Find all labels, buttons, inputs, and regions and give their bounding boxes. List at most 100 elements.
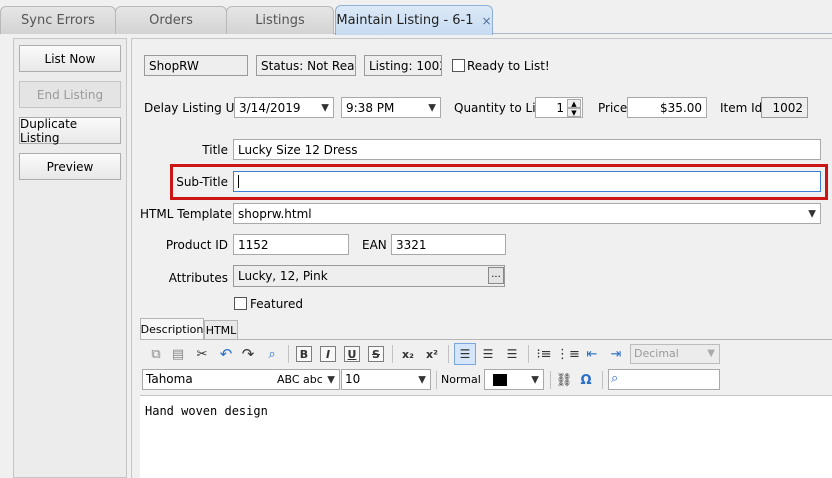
delay-date-value: 3/14/2019 (239, 100, 301, 115)
font-size-value: 10 (345, 372, 361, 386)
separator (528, 345, 529, 363)
separator (436, 371, 437, 389)
separator (288, 345, 289, 363)
paste-icon[interactable]: ▤ (168, 344, 188, 364)
underline-icon[interactable]: U (342, 344, 362, 364)
ean-label: EAN (362, 238, 387, 252)
subtitle-field[interactable] (233, 171, 821, 192)
product-id-label: Product ID (165, 238, 228, 252)
chevron-down-icon: ▼ (808, 208, 816, 219)
ready-to-list-label: Ready to List! (467, 59, 550, 73)
chevron-down-icon: ▼ (428, 102, 436, 113)
editor-content: Hand woven design (145, 404, 268, 418)
align-right-icon[interactable]: ☰ (502, 344, 522, 364)
tab-label: Sync Errors (21, 13, 95, 28)
italic-icon[interactable]: I (318, 344, 338, 364)
subscript-icon[interactable]: x₂ (398, 344, 418, 364)
ean-field[interactable]: 3321 (391, 234, 506, 255)
quantity-value: 1 (556, 100, 564, 115)
subtitle-label: Sub-Title (176, 175, 228, 189)
item-id-field: 1002 (761, 97, 808, 118)
text-caret (238, 175, 239, 188)
tab-listings[interactable]: Listings (226, 6, 334, 34)
tab-description[interactable]: Description (140, 318, 204, 339)
chevron-down-icon: ▼ (327, 374, 335, 385)
tab-sync-errors[interactable]: Sync Errors (0, 6, 116, 34)
duplicate-listing-button[interactable]: Duplicate Listing (19, 117, 121, 145)
actions-panel: List Now End Listing Duplicate Listing P… (13, 38, 127, 478)
attributes-label: Attributes (168, 271, 228, 285)
list-now-button[interactable]: List Now (19, 45, 121, 72)
font-family-value: Tahoma (146, 372, 193, 386)
find-icon[interactable]: ⌕ (262, 344, 282, 364)
price-label: Price (598, 101, 628, 115)
attributes-value: Lucky, 12, Pink (238, 269, 328, 283)
color-swatch (493, 374, 507, 386)
title-label: Title (202, 143, 228, 157)
featured-label: Featured (250, 297, 303, 311)
html-template-dropdown[interactable]: shoprw.html ▼ (233, 203, 821, 224)
attributes-browse-button[interactable]: ... (488, 267, 504, 284)
cut-icon[interactable]: ✂ (192, 344, 212, 364)
product-id-field[interactable]: 1152 (233, 234, 349, 255)
featured-checkbox[interactable] (234, 297, 247, 310)
align-left-icon[interactable]: ☰ (454, 343, 476, 365)
editor-toolbar: ⧉ ▤ ✂ ↶ ↷ ⌕ B I U S x₂ x² ☰ ☰ ☰ ⁝≡ ⋮≡ ⇤ … (140, 339, 832, 394)
strikethrough-icon[interactable]: S (366, 344, 386, 364)
text-color-dropdown[interactable]: ▼ (484, 369, 544, 390)
tab-label: Maintain Listing - 6-1 (336, 13, 474, 28)
copy-icon[interactable]: ⧉ (146, 344, 166, 364)
chevron-down-icon: ▼ (418, 374, 426, 385)
separator (448, 345, 449, 363)
tab-label: Orders (149, 13, 193, 28)
superscript-icon[interactable]: x² (422, 344, 442, 364)
price-field[interactable]: $35.00 (627, 97, 707, 118)
html-template-label: HTML Template (140, 207, 232, 221)
html-template-value: shoprw.html (238, 206, 312, 221)
search-input[interactable]: ⌕ (608, 369, 720, 390)
font-family-dropdown[interactable]: Tahoma ABC abc ▼ (142, 369, 340, 390)
search-icon: ⌕ (611, 371, 619, 386)
chevron-down-icon: ▼ (707, 348, 715, 359)
align-center-icon[interactable]: ☰ (478, 344, 498, 364)
delay-date-dropdown[interactable]: 3/14/2019 ▼ (234, 97, 334, 118)
chevron-down-icon: ▼ (531, 374, 539, 385)
attributes-field: Lucky, 12, Pink (233, 265, 505, 287)
separator (392, 345, 393, 363)
number-format-value: Decimal (634, 347, 679, 360)
store-field: ShopRW (144, 55, 248, 76)
font-size-dropdown[interactable]: 10 ▼ (341, 369, 431, 390)
tab-maintain-listing[interactable]: Maintain Listing - 6-1 × (335, 5, 493, 35)
number-format-dropdown[interactable]: Decimal ▼ (630, 344, 720, 364)
redo-icon[interactable]: ↷ (238, 344, 258, 364)
ready-to-list-checkbox[interactable] (452, 59, 465, 72)
paragraph-style-label[interactable]: Normal (441, 373, 481, 386)
preview-button[interactable]: Preview (19, 153, 121, 180)
link-icon[interactable]: ⛓ (554, 370, 574, 390)
quantity-label: Quantity to List (454, 101, 547, 115)
bold-icon[interactable]: B (294, 344, 314, 364)
status-field: Status: Not Ready (256, 55, 356, 76)
listing-number-field: Listing: 1002 (364, 55, 442, 76)
numbered-list-icon[interactable]: ⋮≡ (556, 344, 580, 364)
title-field[interactable]: Lucky Size 12 Dress (233, 139, 821, 160)
spin-down-icon[interactable]: ▼ (567, 108, 581, 117)
special-character-icon[interactable]: Ω (576, 370, 596, 390)
delay-time-value: 9:38 PM (346, 100, 395, 115)
description-editor[interactable]: Hand woven design (140, 395, 832, 478)
separator (602, 371, 603, 389)
delay-time-dropdown[interactable]: 9:38 PM ▼ (341, 97, 441, 118)
end-listing-button[interactable]: End Listing (19, 81, 121, 108)
close-icon[interactable]: × (482, 14, 492, 28)
tab-html[interactable]: HTML (204, 320, 238, 339)
tab-label: Listings (255, 13, 305, 28)
tab-orders[interactable]: Orders (115, 6, 227, 34)
quantity-stepper[interactable]: 1 ▲ ▼ (535, 97, 583, 118)
separator (550, 371, 551, 389)
spin-up-icon[interactable]: ▲ (567, 99, 581, 108)
indent-icon[interactable]: ⇥ (606, 344, 626, 364)
bullet-list-icon[interactable]: ⁝≡ (534, 344, 554, 364)
undo-icon[interactable]: ↶ (216, 344, 236, 364)
tab-strip: Sync Errors Orders Listings Maintain Lis… (0, 0, 832, 35)
outdent-icon[interactable]: ⇤ (582, 344, 602, 364)
